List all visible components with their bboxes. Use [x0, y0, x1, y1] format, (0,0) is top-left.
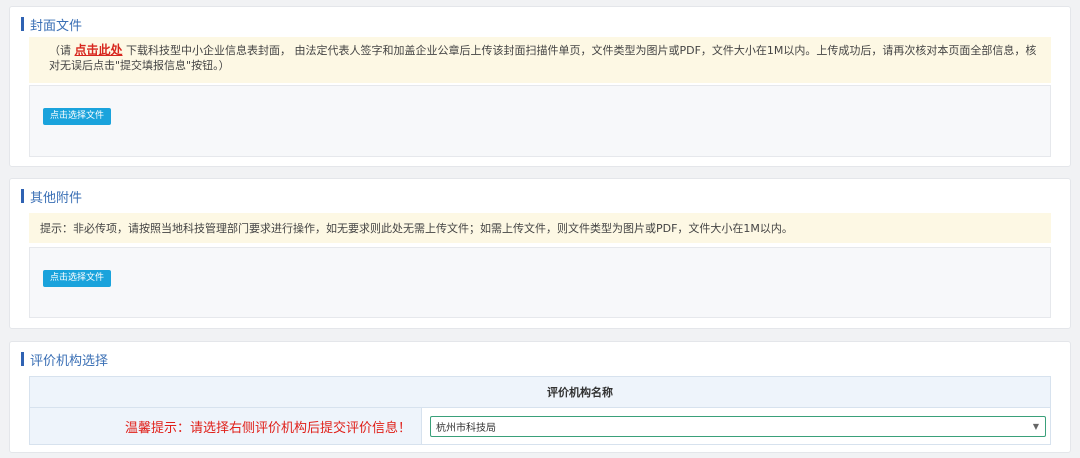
cover-select-file-button[interactable]: 点击选择文件 — [43, 108, 112, 125]
cover-file-notice: （请 点击此处 下载科技型中小企业信息表封面， 由法定代表人签字和加盖企业公章后… — [29, 37, 1051, 83]
other-select-file-button[interactable]: 点击选择文件 — [43, 270, 112, 287]
table-row: 温馨提示：请选择右侧评价机构后提交评价信息！ 杭州市科技局 ▼ — [30, 408, 1050, 444]
evaluation-org-title-text: 评价机构选择 — [30, 353, 109, 369]
title-accent-bar — [21, 189, 24, 203]
org-select-cell: 杭州市科技局 ▼ — [422, 408, 1050, 444]
chevron-down-icon: ▼ — [1032, 421, 1039, 431]
other-attachments-panel: 其他附件 提示：非必传项，请按照当地科技管理部门要求进行操作，如无要求则此处无需… — [9, 178, 1071, 329]
other-upload-area: 点击选择文件 — [29, 247, 1051, 318]
cover-file-panel: 封面文件 （请 点击此处 下载科技型中小企业信息表封面， 由法定代表人签字和加盖… — [9, 6, 1071, 167]
cover-file-title: 封面文件 — [21, 17, 83, 34]
org-warning-text: 温馨提示：请选择右侧评价机构后提交评价信息！ — [30, 408, 422, 444]
download-cover-link[interactable]: 点击此处 — [75, 43, 123, 57]
title-accent-bar — [21, 17, 24, 31]
title-accent-bar — [21, 352, 24, 366]
org-column-header: 评价机构名称 — [30, 377, 1050, 408]
notice-prefix: （请 — [49, 44, 75, 57]
evaluation-org-panel: 评价机构选择 评价机构名称 温馨提示：请选择右侧评价机构后提交评价信息！ 杭州市… — [9, 341, 1071, 453]
cover-file-title-text: 封面文件 — [30, 18, 83, 34]
other-attachments-title-text: 其他附件 — [30, 190, 83, 206]
selected-org-value: 杭州市科技局 — [436, 422, 496, 434]
evaluation-org-table: 评价机构名称 温馨提示：请选择右侧评价机构后提交评价信息！ 杭州市科技局 ▼ — [29, 376, 1051, 445]
cover-upload-area: 点击选择文件 — [29, 85, 1051, 157]
other-attachments-title: 其他附件 — [21, 189, 83, 206]
evaluation-org-title: 评价机构选择 — [21, 352, 109, 369]
other-attachments-notice: 提示：非必传项，请按照当地科技管理部门要求进行操作，如无要求则此处无需上传文件；… — [29, 213, 1051, 243]
notice-text: 下载科技型中小企业信息表封面， 由法定代表人签字和加盖企业公章后上传该封面扫描件… — [49, 44, 1037, 72]
evaluation-org-select[interactable]: 杭州市科技局 ▼ — [430, 415, 1046, 437]
